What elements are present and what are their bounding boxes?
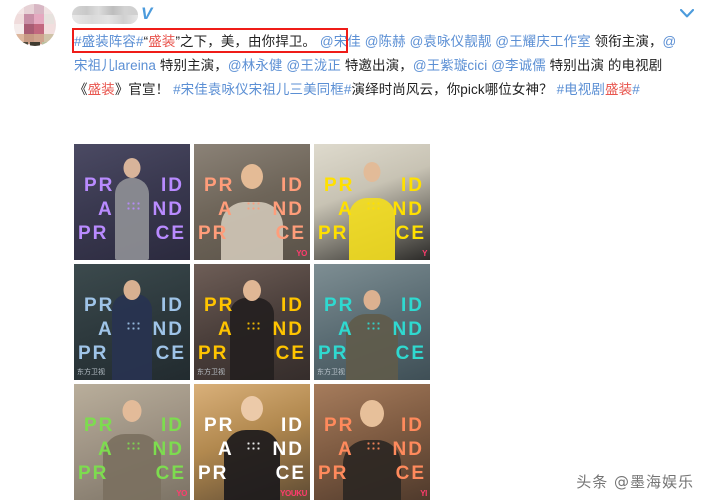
photo-subject-head [241,164,263,189]
post-text-link[interactable]: @陈赫 [361,34,406,49]
post-text-run: ”之下，美，由你捍卫。 [175,34,317,49]
youku-logo-watermark: Y [422,249,427,258]
photo-subject-head [241,396,263,421]
gallery-image-5[interactable]: PR ID A ND PR CE 东方卫视 [194,264,310,380]
photo-subject-body [349,198,395,260]
gallery-image-6[interactable]: PR ID A ND PR CE 东方卫视 [314,264,430,380]
avatar-pixel [30,42,40,46]
post-text-link[interactable]: #盛装阵容# [74,34,144,49]
photo-subject-body [343,440,401,500]
post-text-link[interactable]: @宋佳 [316,34,361,49]
photo-subject-head [122,400,142,422]
image-grid: PR ID A ND PR CE PR ID A ND PR CE YO PR ID A ND PR CE Y PR ID… [74,144,438,500]
post-text-link[interactable]: @王紫璇cici [413,58,488,73]
photo-subject-body [103,434,161,500]
gallery-image-9[interactable]: PR ID A ND PR CE YI [314,384,430,500]
gallery-image-4[interactable]: PR ID A ND PR CE 东方卫视 [74,264,190,380]
avatar-pixel [14,14,24,24]
avatar-pixel [24,4,34,14]
avatar-pixel [34,14,44,24]
post-text-link[interactable]: @袁咏仪靓靓 [406,34,492,49]
avatar-pixel [42,42,52,46]
channel-logo-watermark: 东方卫视 [317,369,345,376]
youku-logo-watermark: YOUKU [280,489,307,498]
photo-subject-head [123,158,141,178]
photo-subject-body [112,294,152,380]
youku-logo-watermark: YO [176,489,187,498]
photo-subject-head [360,400,384,427]
chevron-down-icon[interactable] [680,9,694,18]
avatar-pixel [24,24,34,34]
photo-subject-head [363,290,381,310]
post-text-run: 特别主演， [156,58,228,73]
post-text-link[interactable]: #宋佳袁咏仪宋祖儿三美同框# [173,82,351,97]
photo-subject-head [363,162,381,182]
photo-subject-head [243,280,261,301]
post-text-link[interactable]: @林永健 [228,58,283,73]
avatar[interactable] [14,4,56,46]
photo-subject-body [224,430,280,500]
username-blurred[interactable] [72,6,138,24]
post-text-link[interactable]: 盛装 [148,34,175,49]
post-text-link[interactable]: #电视剧 [557,82,605,97]
post-text-link[interactable]: # [632,82,640,97]
post-text-link[interactable]: @王泷正 [286,58,341,73]
post-text-link[interactable]: 盛装 [88,82,115,97]
post-text-run: 》官宣！ [114,82,174,97]
gallery-image-8[interactable]: PR ID A ND PR CE YOUKU [194,384,310,500]
gallery-image-1[interactable]: PR ID A ND PR CE [74,144,190,260]
photo-subject-body [221,202,283,260]
avatar-pixel [14,4,24,14]
avatar-pixel [44,24,54,34]
post-text-run: 演绎时尚风云，你pick哪位女神？ [351,82,557,97]
post-text-link[interactable]: 盛装 [605,82,632,97]
photo-subject-head [123,280,141,300]
source-watermark: 头条 @墨海娱乐 [576,473,694,491]
post-text-run: 特邀出演， [340,58,413,73]
verified-badge: V [141,4,153,23]
avatar-pixel [44,14,54,24]
post-text-run: 领衔主演， [590,34,663,49]
channel-logo-watermark: 东方卫视 [197,369,225,376]
avatar-pixel [14,24,24,34]
avatar-pixel [44,4,54,14]
gallery-image-3[interactable]: PR ID A ND PR CE Y [314,144,430,260]
photo-subject-body [346,314,398,380]
youku-logo-watermark: YI [420,489,427,498]
gallery-image-2[interactable]: PR ID A ND PR CE YO [194,144,310,260]
avatar-pixel [24,14,34,24]
post-text-link[interactable]: @李诚儒 [491,58,546,73]
avatar-pixel [34,24,44,34]
avatar-pixel [34,4,44,14]
post-text-body: #盛装阵容#“盛装”之下，美，由你捍卫。 @宋佳 @陈赫 @袁咏仪靓靓 @王耀庆… [74,30,682,102]
avatar-pixel [18,42,28,46]
youku-logo-watermark: YO [296,249,307,258]
photo-subject-body [230,298,274,380]
post-text-link[interactable]: @王耀庆工作室 [491,34,590,49]
channel-logo-watermark: 东方卫视 [77,369,105,376]
gallery-image-7[interactable]: PR ID A ND PR CE YO [74,384,190,500]
photo-subject-body [115,178,149,260]
post-header: V [0,0,712,46]
